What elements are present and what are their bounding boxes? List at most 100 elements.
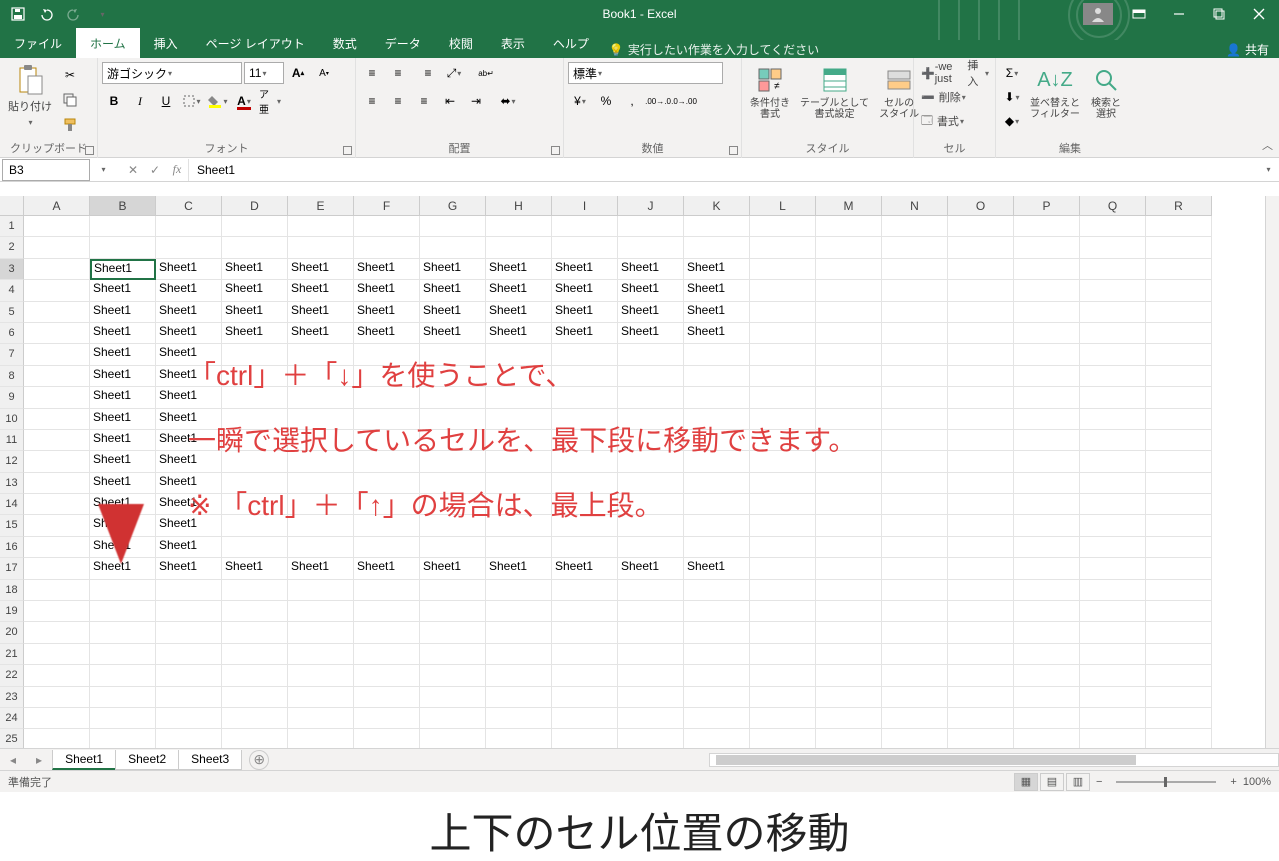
cell[interactable] [354,409,420,430]
comma-format-icon[interactable]: , [620,90,644,112]
cell[interactable] [486,665,552,686]
cell[interactable] [354,515,420,536]
cell[interactable] [354,366,420,387]
cell[interactable]: Sheet1 [90,430,156,451]
cell[interactable] [1014,708,1080,729]
cell[interactable] [156,601,222,622]
cell[interactable] [420,237,486,258]
cell[interactable] [156,708,222,729]
cell[interactable] [948,494,1014,515]
cell[interactable] [420,665,486,686]
cell[interactable] [1014,687,1080,708]
cell[interactable] [1080,344,1146,365]
cell[interactable] [552,601,618,622]
cell[interactable] [1080,708,1146,729]
cell[interactable] [288,687,354,708]
cell[interactable] [1014,473,1080,494]
row-header[interactable]: 4 [0,280,24,301]
insert-cells-button[interactable]: ➕-we just 挿入 [918,62,992,84]
cell[interactable] [750,237,816,258]
autosum-icon[interactable]: Σ [1000,62,1024,84]
cell[interactable] [684,409,750,430]
qat-customize-icon[interactable] [94,6,110,22]
cell[interactable] [750,387,816,408]
cell[interactable] [882,323,948,344]
cell[interactable] [1146,259,1212,280]
sheet-nav-prev[interactable]: ◂ [0,753,26,767]
cell[interactable]: Sheet1 [156,430,222,451]
column-header[interactable]: N [882,196,948,216]
redo-icon[interactable] [66,6,82,22]
cell[interactable] [354,451,420,472]
cell[interactable] [288,708,354,729]
cell[interactable] [354,601,420,622]
cell[interactable] [1080,366,1146,387]
cell[interactable] [948,515,1014,536]
cell[interactable]: Sheet1 [222,280,288,301]
cell[interactable] [1080,259,1146,280]
cell[interactable] [354,430,420,451]
cell[interactable] [882,580,948,601]
cell[interactable]: Sheet1 [90,387,156,408]
cell[interactable] [222,665,288,686]
cell[interactable] [552,494,618,515]
column-header[interactable]: H [486,196,552,216]
cell[interactable]: Sheet1 [90,473,156,494]
cell[interactable] [816,687,882,708]
cell[interactable] [486,580,552,601]
cell[interactable] [816,473,882,494]
cell[interactable] [1014,323,1080,344]
cell[interactable] [1080,644,1146,665]
cell[interactable] [288,387,354,408]
cell[interactable] [288,580,354,601]
cell[interactable] [24,622,90,643]
cell[interactable] [354,644,420,665]
zoom-in-button[interactable]: + [1230,776,1236,788]
accounting-format-icon[interactable]: ¥ [568,90,592,112]
cell[interactable] [1080,387,1146,408]
cell[interactable] [684,366,750,387]
cell[interactable] [618,580,684,601]
cell[interactable] [1080,323,1146,344]
cell[interactable] [618,687,684,708]
row-header[interactable]: 8 [0,366,24,387]
cell[interactable] [24,665,90,686]
cell[interactable] [948,280,1014,301]
cell[interactable] [288,430,354,451]
cell[interactable] [1146,494,1212,515]
cell[interactable] [420,473,486,494]
cell[interactable]: Sheet1 [156,494,222,515]
cell[interactable] [1014,622,1080,643]
decrease-font-icon[interactable]: A▾ [312,62,336,84]
cell[interactable] [750,409,816,430]
zoom-level[interactable]: 100% [1243,776,1271,788]
cell[interactable] [222,430,288,451]
cell[interactable] [618,665,684,686]
cell[interactable] [816,409,882,430]
cell[interactable]: Sheet1 [156,302,222,323]
cell[interactable] [486,451,552,472]
cell[interactable] [354,687,420,708]
row-header[interactable]: 24 [0,708,24,729]
fill-color-button[interactable] [206,90,230,112]
cell[interactable]: Sheet1 [90,558,156,579]
column-header[interactable]: F [354,196,420,216]
cell[interactable] [354,237,420,258]
cell[interactable] [420,409,486,430]
cell[interactable]: Sheet1 [684,259,750,280]
wrap-text-button[interactable]: ab↵ [468,62,504,84]
cell[interactable] [1080,237,1146,258]
cell[interactable] [1080,622,1146,643]
cell[interactable] [1146,409,1212,430]
cell[interactable] [1014,665,1080,686]
cell[interactable] [222,622,288,643]
cell[interactable] [1014,216,1080,237]
tab-help[interactable]: ヘルプ [539,28,603,58]
cell[interactable] [684,473,750,494]
cell[interactable] [618,494,684,515]
cell[interactable] [1014,344,1080,365]
row-header[interactable]: 18 [0,580,24,601]
cell[interactable]: Sheet1 [618,323,684,344]
cell[interactable] [222,644,288,665]
cell[interactable] [750,708,816,729]
